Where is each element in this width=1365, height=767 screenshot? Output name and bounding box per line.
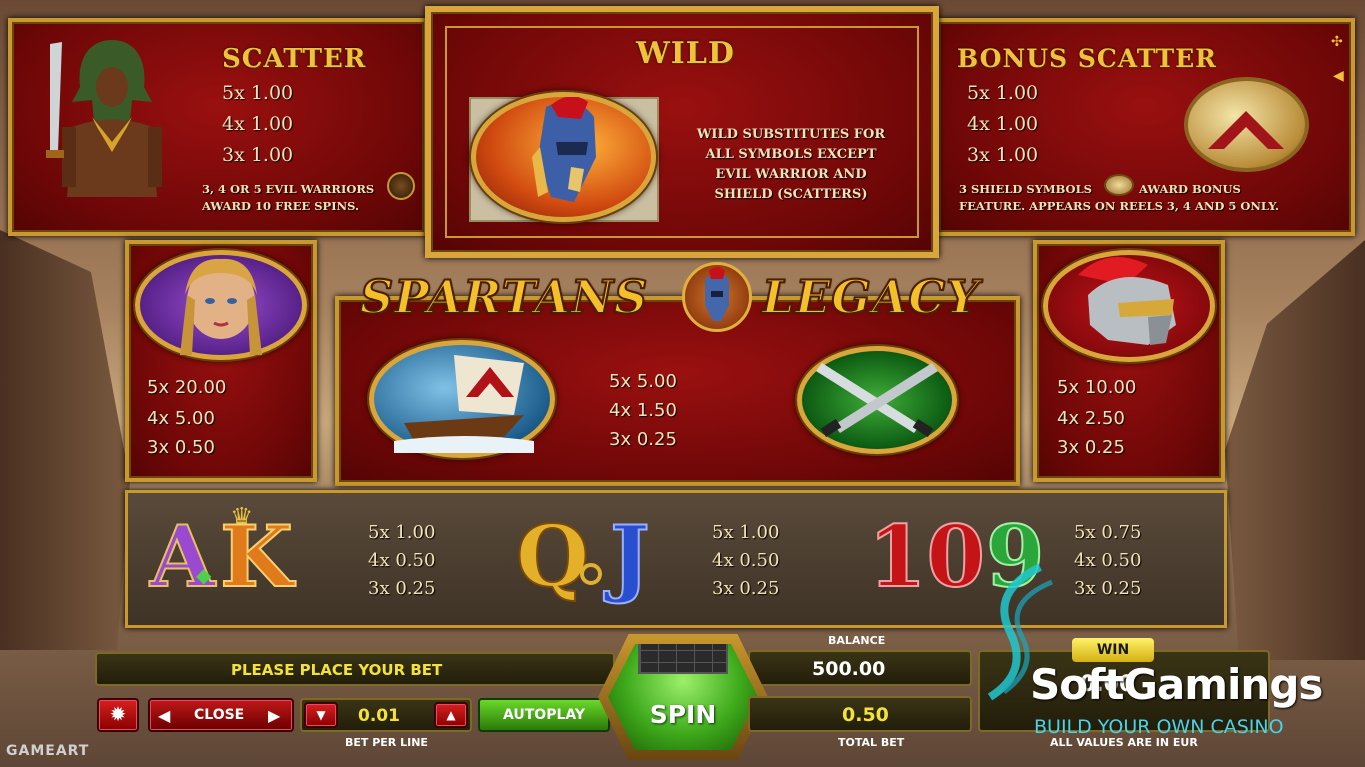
scatter-pay-4: 4x 1.00	[222, 113, 294, 135]
close-button-group: ◀ CLOSE ▶	[148, 698, 294, 732]
message-text: PLEASE PLACE YOUR BET	[231, 661, 443, 679]
spartan-woman-symbol	[135, 250, 307, 360]
ak-pay-4: 4x 0.50	[368, 550, 436, 571]
scatter-note-line1: 3, 4 OR 5 EVIL WARRIORS	[202, 182, 375, 196]
ak-pay-5: 5x 1.00	[368, 522, 436, 543]
wild-desc-line1: WILD SUBSTITUTES FOR	[696, 127, 886, 142]
next-arrow-icon[interactable]: ▶	[268, 706, 280, 725]
watermark-tagline: BUILD YOUR OWN CASINO	[1034, 716, 1284, 738]
letter-k-symbol: K	[219, 506, 294, 607]
spin-button[interactable]: SPIN	[608, 644, 758, 750]
bonus-note-part1: 3 SHIELD SYMBOLS	[959, 182, 1092, 196]
bet-decrease-button[interactable]: ▼	[304, 702, 338, 728]
logo-text-spartans: SPARTANS	[359, 269, 649, 325]
helmet-symbol	[1043, 250, 1215, 362]
bonus-note-line2: FEATURE. APPEARS ON REELS 3, 4 AND 5 ONL…	[959, 199, 1279, 213]
wild-desc-line3: EVIL WARRIOR AND	[715, 167, 867, 182]
scatter-title: SCATTER	[222, 44, 367, 74]
bonus-scatter-panel: BONUS SCATTER 5x 1.00 4x 1.00 3x 1.00 3 …	[935, 18, 1355, 236]
spin-label: SPIN	[649, 700, 717, 729]
bet-per-line-label: BET PER LINE	[345, 736, 428, 749]
arrow-down-icon: ▼	[316, 708, 326, 722]
evil-warrior-symbol	[32, 32, 192, 222]
logo-text-legacy: LEGACY	[761, 269, 980, 325]
total-bet-label: TOTAL BET	[838, 736, 905, 749]
total-bet-box: 0.50	[748, 696, 972, 732]
wild-panel: WILD WILD SUBSTITUTES FOR ALL SYMBOLS EX…	[425, 6, 939, 258]
gear-icon: ✹	[109, 702, 127, 726]
sound-icon[interactable]: ◀	[1333, 68, 1344, 84]
close-button[interactable]: CLOSE	[194, 707, 244, 723]
bonus-scatter-title: BONUS SCATTER	[957, 44, 1217, 73]
woman-pay-5: 5x 20.00	[147, 377, 227, 398]
provider-logo: GAMEART	[6, 743, 90, 759]
letter-a-symbol: A	[149, 506, 216, 607]
game-logo: SPARTANS LEGACY	[359, 262, 1000, 332]
swords-symbol	[797, 346, 957, 454]
shield-mini-icon	[1104, 174, 1134, 196]
low-symbols-panel: A ♛ K ◆ 5x 1.00 4x 0.50 3x 0.25 Q J 5x 1…	[125, 490, 1227, 628]
ship-pay-3: 3x 0.25	[609, 429, 677, 450]
background-rocks-right	[1225, 240, 1365, 660]
ship-pay-4: 4x 1.50	[609, 400, 677, 421]
letter-j-symbol: J	[609, 506, 651, 607]
helmet-pay-4: 4x 2.50	[1057, 408, 1125, 429]
ship-pay-5: 5x 5.00	[609, 371, 677, 392]
qj-pay-5: 5x 1.00	[712, 522, 780, 543]
ten-nine-pay-3: 3x 0.25	[1074, 578, 1142, 599]
background-rocks-left	[0, 230, 130, 650]
bet-per-line-box: ▼ 0.01 ▲	[300, 698, 472, 732]
balance-value: 500.00	[812, 658, 886, 680]
helmet-pay-3: 3x 0.25	[1057, 437, 1125, 458]
helmet-pay-5: 5x 10.00	[1057, 377, 1137, 398]
evil-warrior-mini-icon	[387, 172, 415, 200]
gem-icon: ◆	[196, 563, 212, 587]
bonus-note-part2: AWARD BONUS	[1139, 182, 1241, 196]
total-bet-value: 0.50	[842, 704, 889, 726]
win-label: WIN	[1072, 638, 1154, 662]
helmet-panel: 5x 10.00 4x 2.50 3x 0.25	[1033, 240, 1225, 482]
balance-box: 500.00	[748, 650, 972, 686]
letter-q-symbol: Q	[515, 506, 590, 607]
spartan-wild-symbol	[471, 92, 656, 222]
watermark-brand: SoftGamings	[1030, 660, 1323, 709]
ak-pay-3: 3x 0.25	[368, 578, 436, 599]
prev-arrow-icon[interactable]: ◀	[158, 706, 170, 725]
message-bar: PLEASE PLACE YOUR BET	[95, 652, 615, 686]
scatter-pay-3: 3x 1.00	[222, 144, 294, 166]
bonus-pay-4: 4x 1.00	[967, 113, 1039, 135]
bonus-pay-5: 5x 1.00	[967, 82, 1039, 104]
bonus-pay-3: 3x 1.00	[967, 144, 1039, 166]
logo-helmet-icon	[682, 262, 752, 332]
bet-increase-button[interactable]: ▲	[434, 702, 468, 728]
autoplay-button[interactable]: AUTOPLAY	[478, 698, 610, 732]
scatter-pay-5: 5x 1.00	[222, 82, 294, 104]
ten-symbol: 10	[867, 506, 986, 607]
scatter-note-line2: AWARD 10 FREE SPINS.	[202, 199, 359, 213]
woman-pay-4: 4x 5.00	[147, 408, 215, 429]
wild-desc-line2: ALL SYMBOLS EXCEPT	[705, 147, 877, 162]
balance-label: BALANCE	[828, 634, 886, 647]
qj-pay-3: 3x 0.25	[712, 578, 780, 599]
ten-nine-pay-4: 4x 0.50	[1074, 550, 1142, 571]
wild-desc-line4: SHIELD (SCATTERS)	[714, 187, 868, 202]
wild-title: WILD	[636, 36, 735, 71]
qj-pay-4: 4x 0.50	[712, 550, 780, 571]
woman-pay-3: 3x 0.50	[147, 437, 215, 458]
ship-symbol	[369, 340, 555, 458]
settings-button[interactable]: ✹	[97, 698, 139, 732]
ten-nine-pay-5: 5x 0.75	[1074, 522, 1142, 543]
shield-symbol	[1184, 77, 1309, 172]
arrow-up-icon: ▲	[446, 708, 456, 722]
ring-icon	[580, 563, 602, 585]
fullscreen-icon[interactable]: ✣	[1331, 34, 1343, 50]
woman-panel: 5x 20.00 4x 5.00 3x 0.50	[125, 240, 317, 482]
bet-per-line-value: 0.01	[358, 706, 400, 726]
scatter-panel: SCATTER 5x 1.00 4x 1.00 3x 1.00 3, 4 OR …	[8, 18, 428, 236]
